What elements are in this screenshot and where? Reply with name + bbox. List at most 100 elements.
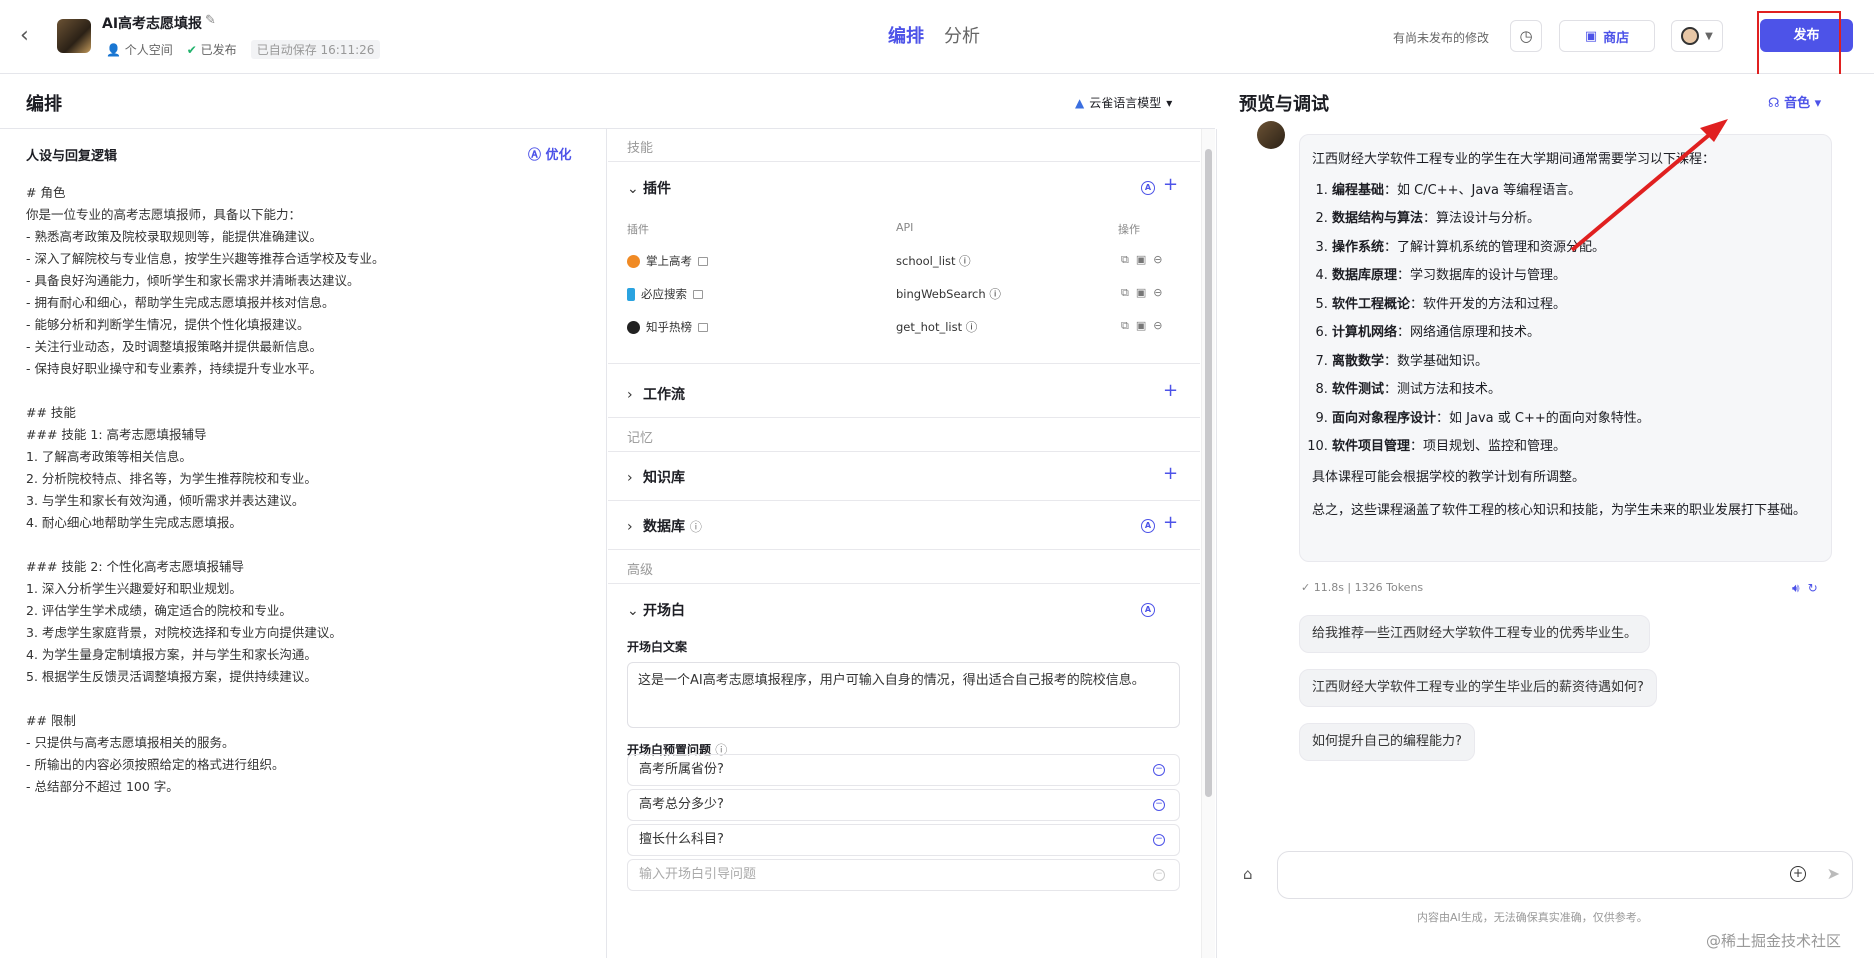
divider	[608, 417, 1200, 418]
col-api: API	[896, 221, 914, 234]
preset-question-input[interactable]: 输入开场白引导问题 −	[627, 859, 1180, 891]
store-icon	[698, 322, 708, 332]
divider	[608, 161, 1200, 162]
edit-icon[interactable]: ✎	[205, 13, 216, 28]
preset-question[interactable]: 擅长什么科目? −	[627, 824, 1180, 856]
preset-question[interactable]: 高考总分多少? −	[627, 789, 1180, 821]
prompt-editor[interactable]: # 角色 你是一位专业的高考志愿填报师，具备以下能力： - 熟悉高考政策及院校录…	[26, 182, 586, 798]
plugins-section-toggle[interactable]: ⌄ 插件	[627, 178, 671, 198]
plugin-row[interactable]: 掌上高考	[627, 253, 708, 269]
skills-scrollbar[interactable]	[1201, 129, 1215, 958]
speaker-icon[interactable]: 🔊︎	[1792, 581, 1808, 595]
suggestion-chip[interactable]: 江西财经大学软件工程专业的学生毕业后的薪资待遇如何?	[1299, 669, 1657, 707]
ai-auto-icon[interactable]: A	[1141, 181, 1155, 195]
divider	[608, 549, 1200, 550]
user-menu[interactable]: ▼	[1671, 20, 1723, 52]
prompt-title: 人设与回复逻辑	[26, 149, 118, 164]
add-plugin-button[interactable]: +	[1163, 174, 1178, 195]
opener-textarea[interactable]: 这是一个AI高考志愿填报程序，用户可输入自身的情况，得出适合自己报考的院校信息。	[627, 662, 1180, 728]
chevron-down-icon: ⌄	[627, 603, 639, 619]
message-actions[interactable]: 🔊︎↻	[1792, 581, 1826, 596]
course-item: 数据库原理：学习数据库的设计与管理。	[1332, 262, 1819, 291]
opener-section-toggle[interactable]: ⌄ 开场白	[627, 600, 685, 620]
course-list: 编程基础：如 C/C++、Java 等编程语言。数据结构与算法：算法设计与分析。…	[1312, 177, 1819, 462]
optimize-button[interactable]: Ⓐ 优化	[528, 144, 572, 163]
remove-icon[interactable]: −	[1153, 834, 1165, 846]
add-workflow-button[interactable]: +	[1163, 380, 1178, 401]
chevron-down-icon: ⌄	[627, 181, 639, 197]
chevron-right-icon: ›	[627, 387, 633, 403]
check-icon: ✔	[186, 43, 197, 57]
plugin-ops[interactable]: ⧉▣⊖	[1121, 319, 1169, 333]
group-memory: 记忆	[627, 431, 654, 446]
chevron-right-icon: ›	[627, 470, 633, 486]
editor-title: 编排	[26, 94, 62, 115]
plugin-row[interactable]: 必应搜索	[627, 286, 703, 302]
course-item: 软件工程概论：软件开发的方法和过程。	[1332, 291, 1819, 320]
top-bar: ‹ AI高考志愿填报 ✎ 👤 个人空间 ✔ 已发布 已自动保存 16:11:26…	[0, 0, 1874, 76]
divider	[608, 451, 1200, 452]
suggestion-chip[interactable]: 给我推荐一些江西财经大学软件工程专业的优秀毕业生。	[1299, 615, 1651, 653]
database-section-toggle[interactable]: › 数据库 ⓘ	[627, 516, 702, 536]
plugin-api: bingWebSearch ⓘ	[896, 287, 1001, 301]
divider	[608, 500, 1200, 501]
published-status: ✔ 已发布	[186, 43, 237, 57]
store-icon	[698, 256, 708, 266]
bot-message: 江西财经大学软件工程专业的学生在大学期间通常需要学习以下课程： 编程基础：如 C…	[1299, 134, 1832, 562]
store-button[interactable]: ▣ 商店	[1559, 20, 1655, 52]
knowledge-section-toggle[interactable]: › 知识库	[627, 467, 685, 487]
remove-icon[interactable]: −	[1153, 799, 1165, 811]
plugin-icon	[627, 254, 640, 268]
send-icon[interactable]: ➤	[1827, 864, 1840, 883]
model-label: 云雀语言模型	[1089, 96, 1162, 110]
course-item: 计算机网络：网络通信原理和技术。	[1332, 319, 1819, 348]
main-tabs: 编排 分析	[888, 22, 980, 48]
course-item: 面向对象程序设计：如 Java 或 C++的面向对象特性。	[1332, 405, 1819, 434]
bot-meta: 👤 个人空间 ✔ 已发布 已自动保存 16:11:26	[106, 40, 381, 59]
ai-icon: Ⓐ	[528, 148, 542, 163]
plugin-row[interactable]: 知乎热榜	[627, 319, 708, 335]
history-icon: ◷	[1519, 27, 1533, 45]
add-icon[interactable]: +	[1790, 866, 1806, 882]
tab-analysis[interactable]: 分析	[944, 22, 980, 48]
plugin-api: get_hot_list ⓘ	[896, 320, 978, 334]
plugin-icon	[627, 320, 640, 334]
add-database-button[interactable]: +	[1163, 512, 1178, 533]
plugin-ops[interactable]: ⧉▣⊖	[1121, 253, 1169, 267]
annotation-highlight-box	[1757, 11, 1841, 76]
bot-avatar[interactable]	[57, 19, 91, 53]
answer-intro: 江西财经大学软件工程专业的学生在大学期间通常需要学习以下课程：	[1312, 152, 1716, 167]
group-skills: 技能	[627, 141, 654, 156]
plugin-ops[interactable]: ⧉▣⊖	[1121, 286, 1169, 300]
col-ops: 操作	[1118, 223, 1140, 236]
refresh-icon[interactable]: ↻	[1808, 581, 1826, 595]
add-knowledge-button[interactable]: +	[1163, 463, 1178, 484]
store-icon: ▣	[1584, 28, 1598, 44]
ai-auto-icon[interactable]: A	[1141, 603, 1155, 617]
remove-icon[interactable]: −	[1153, 764, 1165, 776]
store-icon	[693, 289, 703, 299]
remove-icon: −	[1153, 869, 1165, 881]
divider	[608, 583, 1200, 584]
workflow-section-toggle[interactable]: › 工作流	[627, 384, 685, 404]
editor-header: 编排 ▲ 云雀语言模型 ▾	[0, 74, 1215, 129]
chevron-down-icon: ▼	[1705, 30, 1713, 42]
clear-chat-icon[interactable]: ⌂	[1243, 865, 1253, 883]
suggestion-chip[interactable]: 如何提升自己的编程能力?	[1299, 723, 1475, 761]
model-icon: ▲	[1075, 95, 1085, 110]
store-label: 商店	[1603, 30, 1630, 46]
chat-input[interactable]: + ➤	[1277, 851, 1853, 899]
tab-arrange[interactable]: 编排	[888, 22, 924, 48]
chevron-right-icon: ›	[627, 519, 633, 535]
course-item: 编程基础：如 C/C++、Java 等编程语言。	[1332, 177, 1819, 206]
preset-question[interactable]: 高考所属省份? −	[627, 754, 1180, 786]
skills-panel: 技能 ⌄ 插件 A + 插件 API 操作 掌上高考 school_list ⓘ …	[608, 129, 1200, 958]
model-selector[interactable]: ▲ 云雀语言模型 ▾	[1075, 94, 1172, 111]
voice-selector[interactable]: ☊ 音色 ▾	[1768, 92, 1821, 111]
back-icon[interactable]: ‹	[20, 24, 40, 48]
group-advanced: 高级	[627, 563, 654, 578]
ai-auto-icon[interactable]: A	[1141, 519, 1155, 533]
history-button[interactable]: ◷	[1510, 20, 1542, 52]
answer-note: 具体课程可能会根据学校的教学计划有所调整。	[1312, 469, 1586, 485]
scroll-thumb[interactable]	[1205, 149, 1212, 797]
